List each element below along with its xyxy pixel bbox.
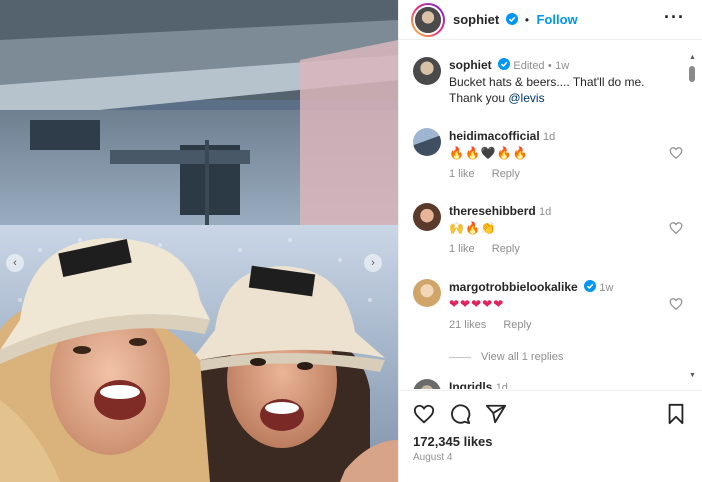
- comment-actions: 1 like Reply: [449, 168, 534, 180]
- caption-time[interactable]: 1w: [555, 60, 569, 72]
- post-actions: 172,345 likes August 4: [399, 390, 702, 482]
- next-image-arrow-icon[interactable]: ›: [364, 254, 382, 272]
- caption-edited: Edited: [513, 60, 545, 72]
- caption-username[interactable]: sophiet: [449, 58, 492, 72]
- post-photo[interactable]: ‹ ›: [0, 0, 398, 482]
- caption-avatar[interactable]: [413, 57, 441, 85]
- post-date[interactable]: August 4: [413, 452, 452, 463]
- more-options-icon[interactable]: ···: [664, 8, 685, 26]
- caption-mention-link[interactable]: @levis: [508, 91, 544, 105]
- comment-item: theresehibberd 1d 🙌🔥👏 1 like Reply: [413, 203, 683, 263]
- author-avatar[interactable]: [411, 3, 445, 37]
- comment-text-block: theresehibberd 1d 🙌🔥👏: [449, 203, 659, 236]
- share-icon[interactable]: [485, 403, 507, 425]
- like-count[interactable]: 172,345 likes: [413, 434, 493, 449]
- caption-thanks: Thank you: [449, 91, 509, 105]
- post-modal: ‹ › sophiet • Follow ··· sophiet Edited …: [0, 0, 702, 482]
- commenter-username[interactable]: Ingridls: [449, 380, 492, 389]
- heart-icon[interactable]: [413, 403, 435, 425]
- commenter-avatar[interactable]: [413, 279, 441, 307]
- separator-dot: •: [524, 13, 530, 27]
- verified-badge-icon: [584, 280, 597, 292]
- comment-text-block: heidimacofficial 1d 🔥🔥🖤🔥🔥: [449, 128, 659, 161]
- comment-time[interactable]: 1w: [599, 282, 613, 294]
- commenter-username[interactable]: theresehibberd: [449, 204, 536, 218]
- comment-reply-button[interactable]: Reply: [492, 243, 520, 255]
- comment-time[interactable]: 1d: [539, 206, 551, 218]
- comment-item: margotrobbielookalike 1w ❤❤❤❤❤ 21 likes …: [413, 279, 683, 339]
- comment-text-block: Ingridls 1d: [449, 379, 659, 389]
- selfie-stadium-image: [0, 0, 398, 482]
- verified-badge-icon: [498, 58, 511, 70]
- comment-text-block: margotrobbielookalike 1w ❤❤❤❤❤: [449, 279, 659, 312]
- scroll-down-icon[interactable]: ▼: [689, 372, 696, 379]
- comment-like-count[interactable]: 1 like: [449, 168, 475, 180]
- comment-text: ❤❤❤❤❤: [449, 297, 505, 311]
- comment-reply-button[interactable]: Reply: [492, 168, 520, 180]
- comments-scrollbar[interactable]: ▲ ▼: [687, 48, 697, 384]
- caption-separator: •: [547, 60, 552, 72]
- comment-time[interactable]: 1d: [543, 131, 555, 143]
- author-username[interactable]: sophiet: [453, 12, 499, 27]
- comment-like-count[interactable]: 1 like: [449, 243, 475, 255]
- comments-list[interactable]: sophiet Edited • 1w Bucket hats & beers.…: [399, 41, 702, 389]
- commenter-username[interactable]: margotrobbielookalike: [449, 280, 578, 294]
- caption: sophiet Edited • 1w Bucket hats & beers.…: [413, 57, 683, 107]
- verified-badge-icon: [505, 13, 518, 25]
- comment-item: heidimacofficial 1d 🔥🔥🖤🔥🔥 1 like Reply: [413, 128, 683, 188]
- comment-icon[interactable]: [449, 403, 471, 425]
- caption-text: Bucket hats & beers.... That'll do me.: [449, 75, 645, 89]
- comment-text: 🔥🔥🖤🔥🔥: [449, 146, 529, 160]
- commenter-username[interactable]: heidimacofficial: [449, 129, 540, 143]
- comment-like-count[interactable]: 21 likes: [449, 319, 486, 331]
- view-replies-label: View all 1 replies: [481, 351, 564, 363]
- scroll-up-icon[interactable]: ▲: [689, 54, 696, 61]
- post-sidebar: sophiet • Follow ··· sophiet Edited • 1w…: [398, 0, 702, 482]
- follow-button[interactable]: Follow: [536, 12, 577, 27]
- comment-heart-icon[interactable]: [669, 146, 683, 160]
- view-replies-button[interactable]: View all 1 replies: [449, 351, 563, 363]
- commenter-avatar[interactable]: [413, 379, 441, 389]
- bookmark-icon[interactable]: [665, 403, 687, 425]
- comment-actions: 1 like Reply: [449, 243, 534, 255]
- commenter-avatar[interactable]: [413, 128, 441, 156]
- comment-time[interactable]: 1d: [496, 382, 508, 389]
- replies-divider: [449, 356, 471, 358]
- caption-text-block: sophiet Edited • 1w Bucket hats & beers.…: [449, 57, 659, 106]
- comment-heart-icon[interactable]: [669, 221, 683, 235]
- scroll-thumb[interactable]: [689, 66, 695, 82]
- comment-item: Ingridls 1d: [413, 379, 683, 389]
- comment-text: 🙌🔥👏: [449, 221, 497, 235]
- comment-heart-icon[interactable]: [669, 297, 683, 311]
- comment-actions: 21 likes Reply: [449, 319, 545, 331]
- previous-image-arrow-icon[interactable]: ‹: [6, 254, 24, 272]
- comment-reply-button[interactable]: Reply: [503, 319, 531, 331]
- post-header: sophiet • Follow ···: [399, 0, 702, 40]
- commenter-avatar[interactable]: [413, 203, 441, 231]
